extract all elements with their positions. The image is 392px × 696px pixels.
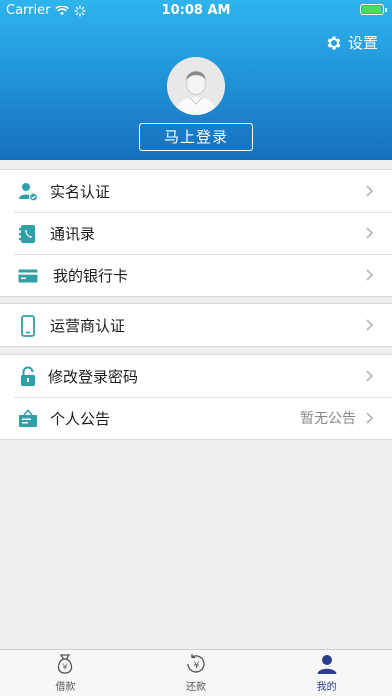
chevron-right-icon [366, 269, 374, 281]
tab-mine[interactable]: 我的 [261, 650, 392, 696]
chevron-right-icon [366, 319, 374, 331]
notice-status: 暂无公告 [300, 411, 356, 427]
menu-item-label: 运营商认证 [50, 316, 126, 335]
status-bar: Carrier 10:08 AM [0, 0, 392, 20]
repay-icon: ¥ [187, 654, 205, 673]
menu-group-account: 实名认证 通讯录 我的银行卡 [0, 169, 392, 297]
tab-label: 我的 [316, 682, 337, 693]
menu-item-label: 实名认证 [50, 182, 111, 201]
settings-label: 设置 [347, 34, 378, 52]
tab-borrow[interactable]: ¥ 借款 [0, 650, 131, 696]
tab-label: 借款 [55, 682, 76, 693]
login-button[interactable]: 马上登录 [139, 123, 253, 151]
menu-item-label: 我的银行卡 [53, 266, 129, 285]
svg-text:¥: ¥ [194, 661, 200, 671]
chevron-right-icon [366, 227, 374, 239]
menu-item-change-password[interactable]: 修改登录密码 [0, 355, 392, 397]
chevron-right-icon [366, 370, 374, 382]
chevron-right-icon [366, 185, 374, 197]
gear-icon [327, 35, 341, 50]
profile-header: Carrier 10:08 AM 设置 马上登录 [0, 0, 392, 160]
battery-level [362, 6, 381, 13]
menu-item-carrier-auth[interactable]: 运营商认证 [0, 304, 392, 346]
tab-repay[interactable]: ¥ 还款 [131, 650, 262, 696]
menu-item-label: 通讯录 [50, 224, 96, 243]
menu-item-bank-card[interactable]: 我的银行卡 [0, 254, 392, 296]
chevron-right-icon [366, 412, 374, 424]
menu-group-carrier: 运营商认证 [0, 303, 392, 347]
clock: 10:08 AM [161, 3, 231, 18]
money-bag-icon: ¥ [58, 654, 73, 674]
battery-icon [360, 4, 387, 15]
user-avatar-icon[interactable] [167, 57, 225, 115]
svg-text:¥: ¥ [63, 663, 68, 672]
menu-item-real-name-auth[interactable]: 实名认证 [0, 170, 392, 212]
menu-group-security: 修改登录密码 个人公告 暂无公告 [0, 354, 392, 440]
phone-icon [21, 315, 35, 337]
contacts-icon [19, 225, 35, 243]
bank-card-icon [18, 269, 38, 283]
lock-icon [21, 366, 35, 386]
tab-bar: ¥ 借款 ¥ 还款 我的 [0, 649, 392, 696]
menu-item-label: 修改登录密码 [48, 367, 139, 386]
menu-item-label: 个人公告 [50, 409, 111, 428]
settings-button[interactable]: 设置 [325, 32, 378, 53]
profile-icon [317, 655, 337, 674]
id-verify-icon [19, 183, 39, 202]
notice-icon [19, 409, 37, 427]
menu-item-personal-notice[interactable]: 个人公告 暂无公告 [0, 397, 392, 439]
menu-item-contacts[interactable]: 通讯录 [0, 212, 392, 254]
tab-label: 还款 [186, 682, 206, 693]
